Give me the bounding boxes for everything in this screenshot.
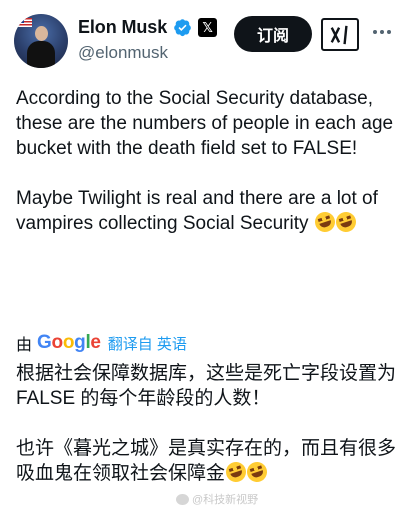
translated-by-label: 由 bbox=[16, 337, 33, 354]
verified-badge-icon[interactable] bbox=[173, 18, 192, 37]
post-paragraph: According to the Social Security databas… bbox=[16, 88, 394, 159]
translated-paragraph: 也许《暮光之城》是真实存在的，而且有很多吸血鬼在领取社会保障金 bbox=[16, 438, 397, 485]
author-name-row: Elon Musk 𝕏 bbox=[78, 17, 218, 38]
google-logo: Google bbox=[37, 332, 101, 353]
post-paragraph: Maybe Twilight is real and there are a l… bbox=[16, 188, 378, 235]
translation-attribution: 由 Google 翻译自 英语 bbox=[16, 331, 187, 355]
rolling-on-floor-laughing-icon bbox=[244, 459, 270, 485]
post-text: According to the Social Security databas… bbox=[16, 86, 396, 236]
grok-icon[interactable] bbox=[321, 18, 359, 51]
translated-from-link[interactable]: 翻译自 英语 bbox=[108, 333, 187, 354]
watermark-text: @科技新视野 bbox=[192, 494, 259, 506]
translated-paragraph: 根据社会保障数据库，这些是死亡字段设置为 FALSE 的每个年龄段的人数！ bbox=[16, 363, 397, 409]
author-handle[interactable]: @elonmusk bbox=[78, 43, 168, 63]
subscribe-button[interactable]: 订阅 bbox=[234, 16, 312, 52]
post-header: Elon Musk 𝕏 @elonmusk 订阅 bbox=[14, 14, 398, 70]
more-horizontal-icon[interactable] bbox=[370, 20, 394, 44]
weibo-icon bbox=[176, 493, 189, 505]
rolling-on-floor-laughing-icon bbox=[312, 209, 338, 235]
rolling-on-floor-laughing-icon bbox=[333, 209, 359, 235]
author-display-name[interactable]: Elon Musk bbox=[78, 17, 167, 38]
translated-text: 根据社会保障数据库，这些是死亡字段设置为 FALSE 的每个年龄段的人数！ 也许… bbox=[16, 361, 400, 486]
rolling-on-floor-laughing-icon bbox=[223, 459, 249, 485]
avatar[interactable] bbox=[14, 14, 68, 68]
watermark: @科技新视野 bbox=[176, 491, 258, 507]
flag-icon bbox=[18, 18, 32, 27]
x-logo-icon[interactable]: 𝕏 bbox=[198, 18, 218, 37]
